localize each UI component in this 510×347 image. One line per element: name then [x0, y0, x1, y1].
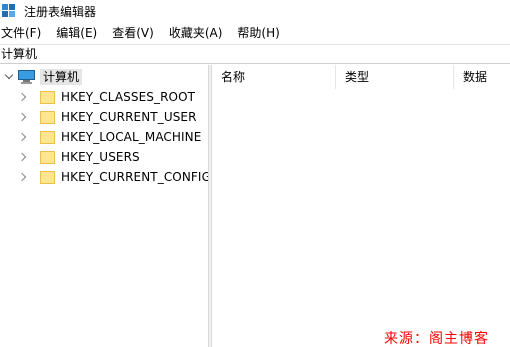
- folder-icon: [40, 90, 55, 104]
- folder-icon: [40, 110, 55, 124]
- chevron-right-icon[interactable]: [17, 172, 29, 182]
- tree-item-hkey-current-config[interactable]: HKEY_CURRENT_CONFIG: [17, 167, 211, 187]
- folder-icon: [40, 130, 55, 144]
- menu-favorites[interactable]: 收藏夹(A): [167, 23, 225, 43]
- folder-icon: [40, 150, 55, 164]
- address-path[interactable]: 计算机: [1, 47, 37, 61]
- tree-item-label[interactable]: HKEY_CURRENT_USER: [61, 110, 197, 124]
- chevron-right-icon[interactable]: [17, 112, 29, 122]
- tree-item-hkey-classes-root[interactable]: HKEY_CLASSES_ROOT: [17, 87, 195, 107]
- menu-help[interactable]: 帮助(H): [235, 23, 281, 43]
- title-bar: 注册表编辑器: [0, 0, 510, 22]
- chevron-right-icon[interactable]: [17, 132, 29, 142]
- tree-item-label[interactable]: HKEY_LOCAL_MACHINE: [61, 130, 201, 144]
- source-watermark: 来源：阁主博客: [384, 331, 489, 347]
- menu-edit[interactable]: 编辑(E): [54, 23, 99, 43]
- tree-root-computer[interactable]: 计算机: [4, 67, 83, 87]
- tree-root-label[interactable]: 计算机: [40, 69, 83, 85]
- list-header: 名称 类型 数据: [212, 65, 510, 89]
- address-bar[interactable]: 计算机: [0, 44, 510, 64]
- folder-icon: [40, 170, 55, 184]
- menu-file[interactable]: 文件(F): [0, 23, 43, 43]
- column-header-type[interactable]: 类型: [336, 65, 454, 89]
- tree-item-hkey-users[interactable]: HKEY_USERS: [17, 147, 140, 167]
- registry-editor-icon: [2, 4, 16, 18]
- key-tree-pane[interactable]: 计算机 HKEY_CLASSES_ROOT HKEY_CURRENT_USER …: [0, 65, 211, 347]
- computer-icon: [18, 70, 35, 84]
- tree-item-label[interactable]: HKEY_CURRENT_CONFIG: [61, 170, 211, 184]
- chevron-down-icon[interactable]: [4, 70, 14, 82]
- tree-item-label[interactable]: HKEY_USERS: [61, 150, 140, 164]
- tree-item-hkey-current-user[interactable]: HKEY_CURRENT_USER: [17, 107, 197, 127]
- tree-item-hkey-local-machine[interactable]: HKEY_LOCAL_MACHINE: [17, 127, 201, 147]
- column-header-data[interactable]: 数据: [454, 65, 510, 89]
- chevron-right-icon[interactable]: [17, 152, 29, 162]
- tree-item-label[interactable]: HKEY_CLASSES_ROOT: [61, 90, 195, 104]
- menu-bar: 文件(F) 编辑(E) 查看(V) 收藏夹(A) 帮助(H): [0, 23, 510, 43]
- menu-view[interactable]: 查看(V): [110, 23, 156, 43]
- values-list-pane[interactable]: 名称 类型 数据: [212, 65, 510, 347]
- chevron-right-icon[interactable]: [17, 92, 29, 102]
- window-title: 注册表编辑器: [24, 4, 97, 19]
- column-header-name[interactable]: 名称: [212, 65, 336, 89]
